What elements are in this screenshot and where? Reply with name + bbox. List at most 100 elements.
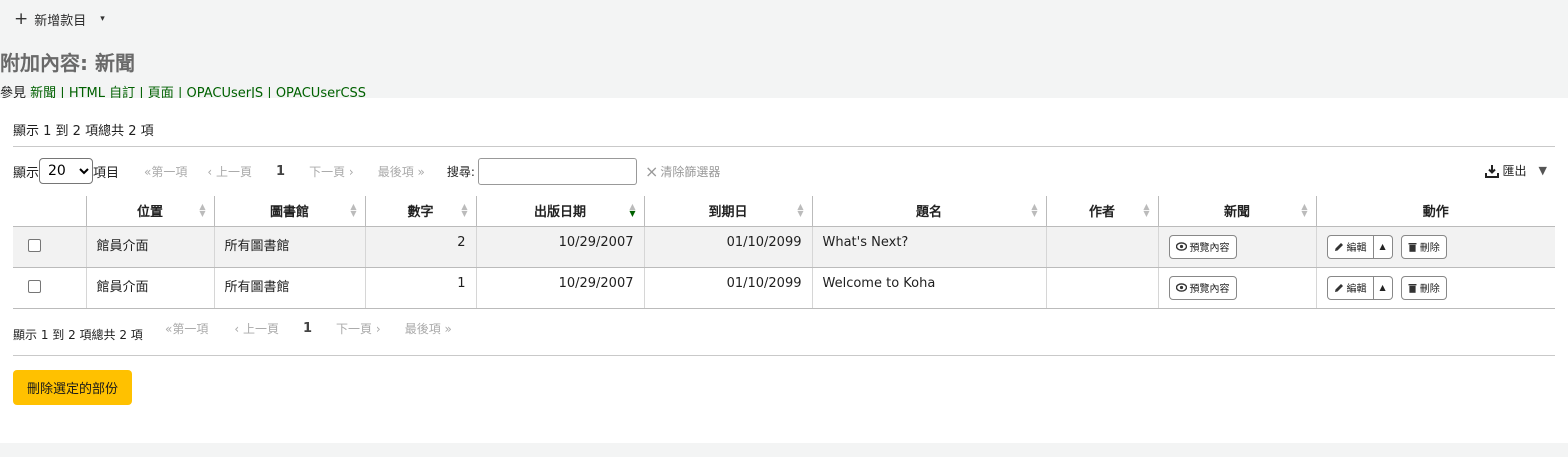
header-author[interactable]: 作者 ▲ ▼ [1045,196,1158,227]
row-checkbox[interactable] [28,279,41,293]
export-label: 匯出 [1502,164,1527,178]
published-cell: 10/29/2007 [475,226,644,268]
page-length-select[interactable]: 10 20 50 100 [39,158,94,184]
edit-button-group: 編輯 ▲ [1326,275,1393,300]
row-select-cell [13,226,86,268]
next-page-button[interactable]: 下一頁 › [309,163,354,180]
actions-cell: 編輯 ▲ 刪除 [1315,267,1555,309]
header-label: 出版日期 [533,205,586,221]
trash-icon [1408,242,1417,252]
table-controls: 顯示 10 20 50 100 項目 «第一項 ‹ 上一頁 1 下一頁 › 最後… [13,157,1555,185]
next-page-label: 下一頁 [309,164,346,179]
delete-button[interactable]: 刪除 [1400,234,1447,259]
table-row: 館員介面 所有圖書館 1 10/29/2007 01/10/2099 Welco… [13,267,1555,309]
header-select [13,196,86,227]
items-label: 項目 [93,165,120,181]
eye-icon [1175,283,1187,292]
header-location[interactable]: 位置 ▲ ▼ [85,196,214,227]
number-cell: 1 [364,267,476,309]
caret-up-icon: ▲ [1379,242,1386,251]
title-cell: Welcome to Koha [811,267,1046,309]
clear-filter-label: 清除篩選器 [660,164,721,179]
news-panel: 顯示 1 到 2 項總共 2 項 顯示 10 20 50 100 項目 «第一項… [0,98,1568,443]
sort-icon: ▲ ▼ [1301,202,1308,218]
delete-selected-button[interactable]: 刪除選定的部份 [13,370,132,405]
published-cell: 10/29/2007 [475,267,644,309]
actions-cell: 編輯 ▲ 刪除 [1315,226,1555,268]
edit-button[interactable]: 編輯 [1326,234,1374,259]
close-icon: × [644,161,659,181]
header-label: 題名 [915,205,942,221]
previous-page-button[interactable]: ‹ 上一頁 [207,163,252,180]
delete-label: 刪除 [1419,284,1440,295]
header-label: 作者 [1088,205,1115,221]
header-news[interactable]: 新聞 ▲ ▼ [1157,196,1316,227]
last-page-button[interactable]: 最後項 » [405,320,452,337]
title-cell: What's Next? [811,226,1046,268]
new-entry-button[interactable]: + 新增款目 [14,10,86,29]
pencil-icon [1334,283,1344,293]
last-page-button[interactable]: 最後項 » [378,163,425,180]
header-label: 到期日 [708,205,748,221]
last-page-label: 最後項 [377,164,414,179]
header-label: 動作 [1422,205,1449,221]
first-page-button[interactable]: «第一項 [165,320,208,337]
preview-label: 預覽內容 [1189,243,1230,254]
eye-icon [1175,242,1187,251]
expiry-cell: 01/10/2099 [643,226,812,268]
preview-label: 預覽內容 [1189,284,1230,295]
delete-button[interactable]: 刪除 [1400,275,1447,300]
download-icon [1484,164,1499,178]
first-page-button[interactable]: «第一項 [144,163,187,180]
clear-filter-button[interactable]: × 清除篩選器 [645,162,720,181]
current-page[interactable]: 1 [276,164,285,179]
edit-button[interactable]: 編輯 [1326,275,1374,300]
edit-dropdown-toggle[interactable]: ▲ [1373,275,1393,300]
library-cell: 所有圖書館 [213,226,365,268]
caret-up-icon: ▲ [1379,283,1386,292]
delete-label: 刪除 [1419,243,1440,254]
sort-icon: ▲ ▼ [1031,202,1038,218]
news-cell: 預覽內容 [1157,267,1316,309]
divider [13,146,1555,147]
new-entry-label: 新增款目 [34,13,87,29]
next-page-label: 下一頁 [336,322,373,336]
pagination-top: «第一項 ‹ 上一頁 1 下一頁 › 最後項 » [144,163,425,180]
current-page[interactable]: 1 [303,321,312,336]
location-cell: 館員介面 [85,226,214,268]
first-page-label: 第一項 [151,164,188,179]
toolbar: + 新增款目 ▾ [0,0,105,38]
export-button[interactable]: 匯出 ▼ [1484,162,1547,179]
new-entry-dropdown-toggle[interactable]: ▾ [100,14,105,24]
row-select-cell [13,267,86,309]
edit-label: 編輯 [1346,284,1367,295]
trash-icon [1408,283,1417,293]
search-input[interactable] [477,157,637,185]
preview-button[interactable]: 預覽內容 [1168,234,1237,259]
author-cell [1045,267,1158,309]
previous-page-label: 上一頁 [216,164,253,179]
header-library[interactable]: 圖書館 ▲ ▼ [213,196,365,227]
library-cell: 所有圖書館 [213,267,365,309]
pagination-bottom: «第一項 ‹ 上一頁 1 下一頁 › 最後項 » [165,320,452,337]
preview-button[interactable]: 預覽內容 [1168,275,1237,300]
sort-icon: ▲ ▼ [797,202,804,218]
news-table: 位置 ▲ ▼ 圖書館 ▲ ▼ 數字 ▲ ▼ 出版日期 ▲ ▼ 到期日 ▲ ▼ 題名 ▲ ▼ 作者 ▲ ▼ 新… [13,196,1555,309]
header-label: 數字 [407,205,434,221]
header-number[interactable]: 數字 ▲ ▼ [364,196,476,227]
news-cell: 預覽內容 [1157,226,1316,268]
header-expiry[interactable]: 到期日 ▲ ▼ [643,196,812,227]
search-label: 搜尋: [446,164,475,179]
show-label: 顯示 [13,165,40,181]
divider [13,355,1555,356]
next-page-button[interactable]: 下一頁 › [336,320,381,337]
sort-icon: ▲ ▼ [1143,202,1150,218]
header-publication-date[interactable]: 出版日期 ▲ ▼ [475,196,644,227]
header-label: 位置 [136,205,163,221]
row-checkbox[interactable] [28,238,41,252]
pencil-icon [1334,242,1344,252]
header-title[interactable]: 題名 ▲ ▼ [811,196,1046,227]
edit-dropdown-toggle[interactable]: ▲ [1373,234,1393,259]
previous-page-button[interactable]: ‹ 上一頁 [234,320,279,337]
header-actions: 動作 [1315,196,1555,227]
